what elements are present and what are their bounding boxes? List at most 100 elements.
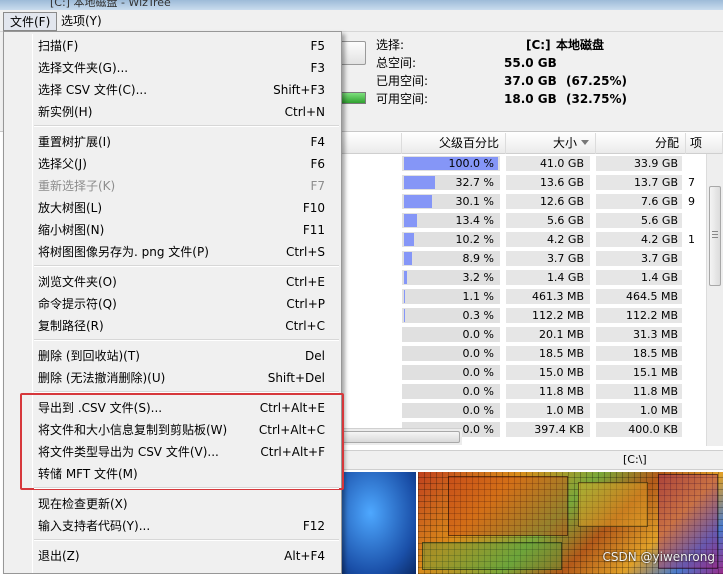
table-row[interactable]: 0.0 % 15.0 MB 15.1 MB — [340, 363, 706, 382]
menu-item[interactable]: 将文件和大小信息复制到剪贴板(W) Ctrl+Alt+C — [6, 419, 339, 441]
row-percent: 8.9 % — [462, 252, 494, 265]
used-space-percent: (67.25%) — [566, 74, 627, 88]
table-row[interactable]: 13.4 % 5.6 GB 5.6 GB — [340, 211, 706, 230]
column-header-allocated[interactable]: 分配 — [596, 133, 686, 154]
menu-item-shortcut: Ctrl+Alt+C — [258, 423, 325, 437]
menu-file[interactable]: 文件(F) — [3, 12, 58, 31]
table-row[interactable]: 1.1 % 461.3 MB 464.5 MB — [340, 287, 706, 306]
menu-separator — [34, 339, 339, 341]
row-percent: 1.1 % — [462, 290, 494, 303]
menu-item[interactable]: 复制路径(R) Ctrl+C — [6, 315, 339, 337]
row-allocated: 18.5 MB — [596, 346, 682, 361]
table-row[interactable]: 0.0 % 1.0 MB 1.0 MB — [340, 401, 706, 420]
menu-item[interactable]: 新实例(H) Ctrl+N — [6, 101, 339, 123]
watermark: CSDN @yiwenrong — [602, 550, 716, 564]
row-size: 1.4 GB — [506, 270, 590, 285]
horizontal-scroll-thumb[interactable] — [342, 431, 460, 443]
select-label: 选择: — [376, 38, 405, 52]
table-row[interactable]: 0.3 % 112.2 MB 112.2 MB — [340, 306, 706, 325]
menu-item[interactable]: 缩小树图(N) F11 — [6, 219, 339, 241]
table-row[interactable]: 30.1 % 12.6 GB 7.6 GB 9 — [340, 192, 706, 211]
menu-item-shortcut: F12 — [302, 519, 325, 533]
row-size: 41.0 GB — [506, 156, 590, 171]
row-percent: 3.2 % — [462, 271, 494, 284]
drive-select-row: 选择: [C:] 本地磁盘 — [376, 36, 723, 54]
menu-item-label: 输入支持者代码(Y)... — [38, 519, 151, 533]
drive-info-panel: 选择: [C:] 本地磁盘 总空间: 55.0 GB 已用空间: 37.0 GB… — [376, 36, 723, 108]
table-row[interactable]: 0.0 % 18.5 MB 18.5 MB — [340, 344, 706, 363]
horizontal-scrollbar[interactable] — [340, 428, 462, 445]
menu-item-shortcut: Ctrl+Alt+E — [259, 401, 325, 415]
treemap-block[interactable] — [448, 476, 568, 536]
row-size: 13.6 GB — [506, 175, 590, 190]
menu-item[interactable]: 扫描(F) F5 — [6, 35, 339, 57]
file-tree-list: 父级百分比 大小 分配 项 100.0 % 41.0 GB 33.9 GB 32.7 … — [340, 133, 723, 446]
menu-item[interactable]: 删除 (无法撤消删除)(U) Shift+Del — [6, 367, 339, 389]
menu-item[interactable]: 导出到 .CSV 文件(S)... Ctrl+Alt+E — [6, 397, 339, 419]
table-row[interactable]: 10.2 % 4.2 GB 4.2 GB 1 — [340, 230, 706, 249]
row-size: 1.0 MB — [506, 403, 590, 418]
status-bar: [C:\] — [340, 450, 723, 470]
row-size: 18.5 MB — [506, 346, 590, 361]
menu-item-shortcut: F6 — [310, 157, 325, 171]
table-row[interactable]: 0.0 % 20.1 MB 31.3 MB — [340, 325, 706, 344]
scroll-grip-line — [712, 234, 718, 235]
column-header-parent-percent[interactable]: 父级百分比 — [402, 133, 506, 154]
treemap-block[interactable] — [422, 542, 562, 570]
menu-item[interactable]: 将树图图像另存为. png 文件(P) Ctrl+S — [6, 241, 339, 263]
menu-options[interactable]: 选项(Y) — [55, 12, 108, 31]
menu-item-label: 删除 (无法撤消删除)(U) — [38, 371, 166, 385]
free-space-percent: (32.75%) — [566, 92, 627, 106]
column-header-items[interactable]: 项 — [686, 133, 723, 154]
free-space-row: 可用空间: 18.0 GB (32.75%) — [376, 90, 723, 108]
row-allocated: 33.9 GB — [596, 156, 682, 171]
used-space-row: 已用空间: 37.0 GB (67.25%) — [376, 72, 723, 90]
column-header-name[interactable] — [340, 133, 402, 154]
menu-item-shortcut: Ctrl+E — [286, 275, 325, 289]
menu-item[interactable]: 选择 CSV 文件(C)... Shift+F3 — [6, 79, 339, 101]
menu-item-label: 缩小树图(N) — [38, 223, 105, 237]
menu-item[interactable]: 命令提示符(Q) Ctrl+P — [6, 293, 339, 315]
menu-item-shortcut: Ctrl+C — [285, 319, 325, 333]
vertical-scrollbar[interactable] — [706, 154, 723, 446]
menu-item[interactable]: 现在检查更新(X) — [6, 493, 339, 515]
column-header-size[interactable]: 大小 — [506, 133, 596, 154]
scroll-grip-line — [712, 237, 718, 238]
row-allocated: 1.4 GB — [596, 270, 682, 285]
menu-item[interactable]: 将文件类型导出为 CSV 文件(V)... Ctrl+Alt+F — [6, 441, 339, 463]
vertical-scroll-thumb[interactable] — [709, 186, 721, 286]
menu-item[interactable]: 选择父(J) F6 — [6, 153, 339, 175]
table-row[interactable]: 3.2 % 1.4 GB 1.4 GB — [340, 268, 706, 287]
row-percent: 0.0 % — [462, 404, 494, 417]
status-path: [C:\] — [623, 453, 647, 466]
used-space-value: 37.0 GB — [504, 74, 557, 88]
treemap-block-folder[interactable] — [340, 472, 416, 574]
row-allocated: 15.1 MB — [596, 365, 682, 380]
row-percent: 0.0 % — [462, 385, 494, 398]
menu-item-shortcut: F10 — [302, 201, 325, 215]
menu-item-shortcut: F11 — [302, 223, 325, 237]
menu-item[interactable]: 选择文件夹(G)... F3 — [6, 57, 339, 79]
menu-item[interactable]: 浏览文件夹(O) Ctrl+E — [6, 271, 339, 293]
menu-item[interactable]: 输入支持者代码(Y)... F12 — [6, 515, 339, 537]
menu-item-label: 将树图图像另存为. png 文件(P) — [38, 245, 209, 259]
treemap-block[interactable] — [578, 482, 648, 527]
menu-item[interactable]: 转储 MFT 文件(M) — [6, 463, 339, 485]
menu-item-label: 选择文件夹(G)... — [38, 61, 129, 75]
table-row[interactable]: 100.0 % 41.0 GB 33.9 GB — [340, 154, 706, 173]
scan-button[interactable] — [340, 41, 366, 65]
menu-item[interactable]: 退出(Z) Alt+F4 — [6, 545, 339, 567]
row-items: 1 — [688, 233, 695, 246]
row-size: 20.1 MB — [506, 327, 590, 342]
menu-item[interactable]: 放大树图(L) F10 — [6, 197, 339, 219]
total-space-row: 总空间: 55.0 GB — [376, 54, 723, 72]
scroll-grip-line — [712, 231, 718, 232]
menu-item[interactable]: 重置树扩展(I) F4 — [6, 131, 339, 153]
table-row[interactable]: 0.0 % 11.8 MB 11.8 MB — [340, 382, 706, 401]
table-row[interactable]: 32.7 % 13.6 GB 13.7 GB 7 — [340, 173, 706, 192]
table-row[interactable]: 8.9 % 3.7 GB 3.7 GB — [340, 249, 706, 268]
row-size: 461.3 MB — [506, 289, 590, 304]
menu-item[interactable]: 删除 (到回收站)(T) Del — [6, 345, 339, 367]
menu-item-label: 扫描(F) — [38, 39, 79, 53]
menu-item-label: 将文件类型导出为 CSV 文件(V)... — [38, 445, 219, 459]
